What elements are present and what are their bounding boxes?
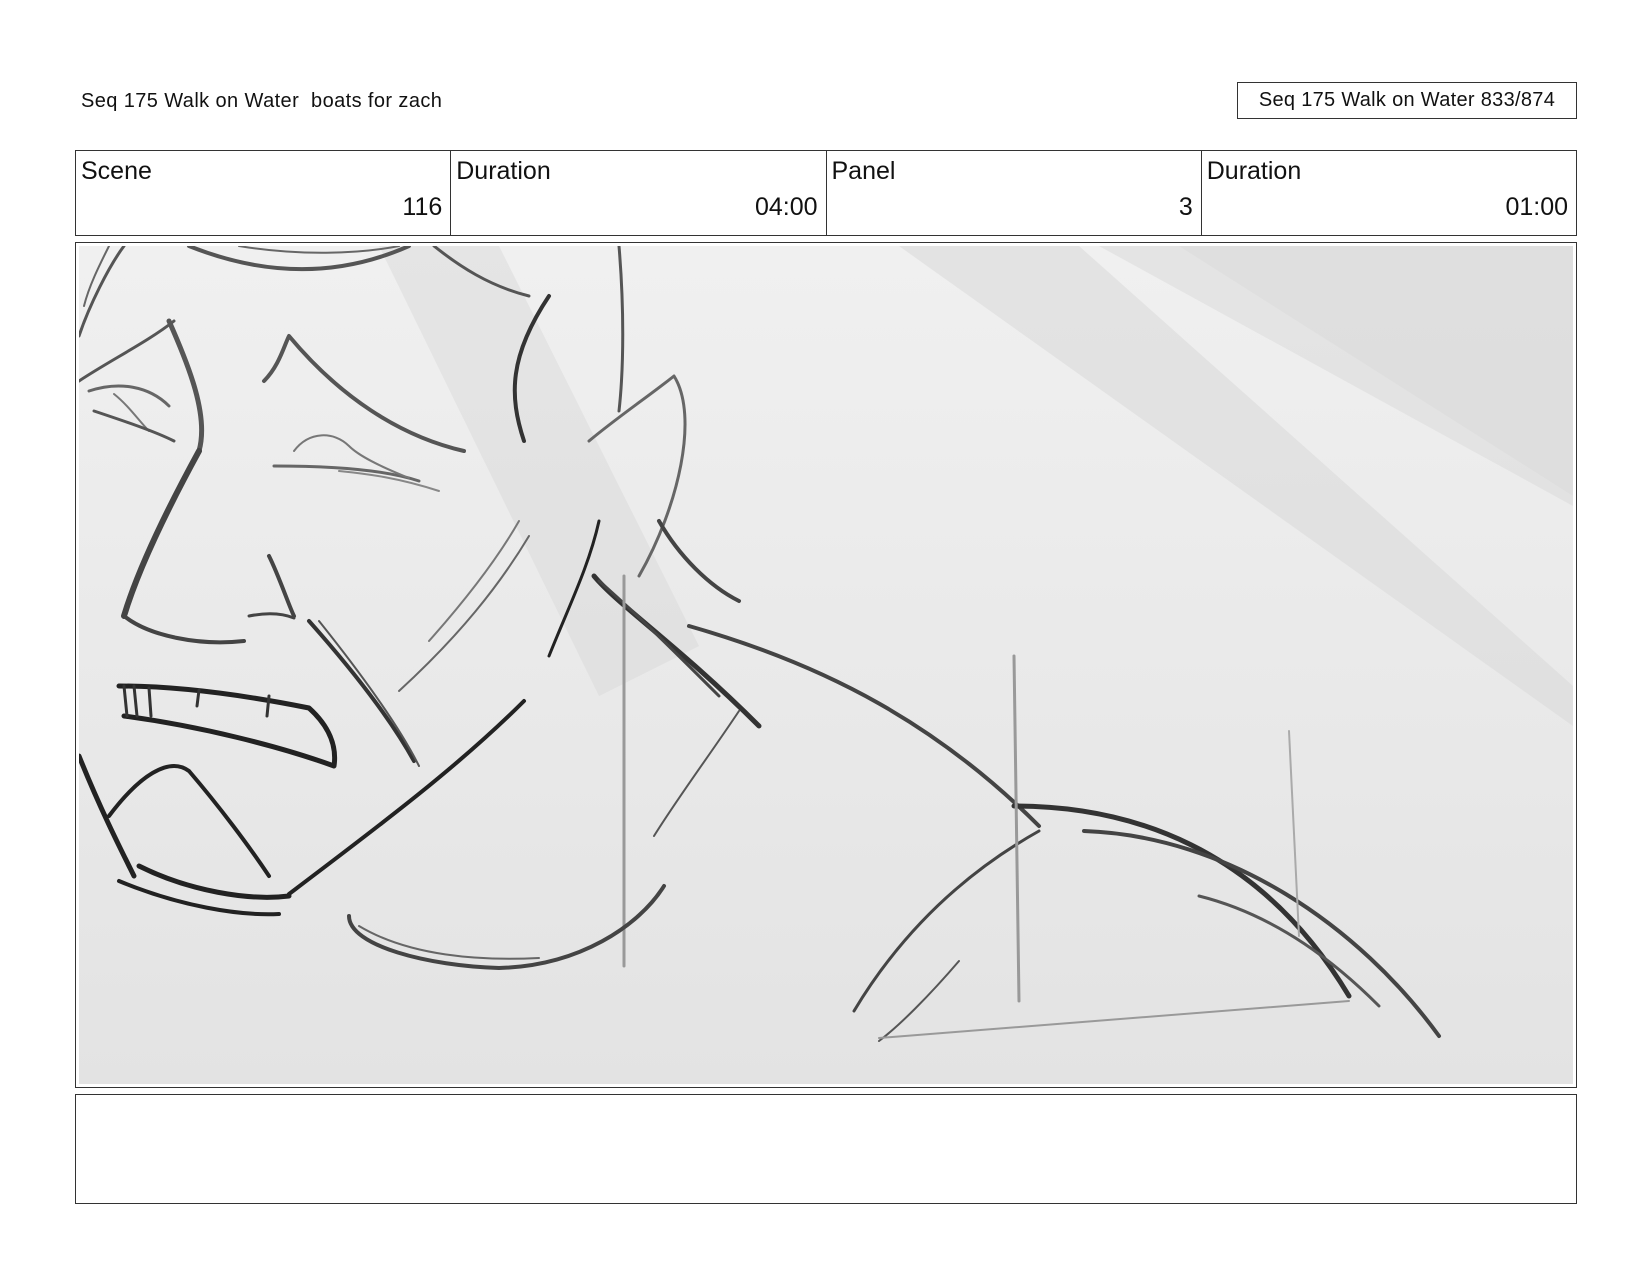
panel-value: 3 [1178,193,1193,221]
storyboard-panel-frame [75,242,1577,1088]
scene-duration-value: 04:00 [754,193,818,221]
panel-info-table: Scene 116 Duration 04:00 Panel 3 Duratio… [75,150,1577,236]
panel-notes-box [75,1094,1577,1204]
sequence-page-counter: Seq 175 Walk on Water 833/874 [1237,82,1577,119]
scene-duration-label: Duration [456,157,551,185]
scene-cell: Scene 116 [76,151,452,235]
sequence-title: Seq 175 Walk on Water boats for zach [81,90,443,112]
scene-value: 116 [402,193,443,221]
panel-duration-label: Duration [1206,157,1302,185]
scene-duration-cell: Duration 04:00 [451,151,827,235]
panel-cell: Panel 3 [827,151,1202,235]
panel-duration-cell: Duration 01:00 [1202,151,1576,235]
storyboard-sketch-image [79,246,1573,1084]
panel-label: Panel [831,157,896,185]
panel-duration-value: 01:00 [1505,193,1568,221]
scene-label: Scene [81,157,152,185]
